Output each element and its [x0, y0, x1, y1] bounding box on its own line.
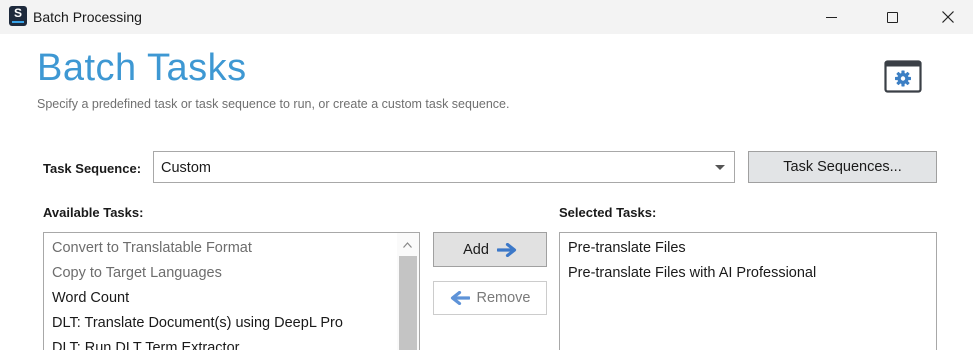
close-icon — [942, 11, 954, 23]
available-tasks-scrollbar[interactable] — [397, 233, 419, 350]
maximize-button[interactable] — [869, 0, 915, 34]
app-icon: S — [9, 6, 27, 26]
list-item[interactable]: Pre-translate Files — [568, 240, 686, 256]
list-item[interactable]: DLT: Run DLT Term Extractor — [52, 340, 239, 350]
settings-window-button[interactable] — [884, 60, 922, 93]
list-item[interactable]: Pre-translate Files with AI Professional — [568, 265, 816, 281]
window-title: Batch Processing — [33, 9, 142, 25]
minimize-button[interactable] — [808, 0, 854, 34]
minimize-icon — [825, 16, 837, 18]
maximize-icon — [886, 11, 898, 23]
app-icon-letter: S — [13, 6, 22, 20]
list-item[interactable]: DLT: Translate Document(s) using DeepL P… — [52, 315, 343, 331]
list-item[interactable]: Word Count — [52, 290, 129, 306]
list-item[interactable]: Copy to Target Languages — [52, 265, 222, 281]
window-gear-icon — [884, 60, 922, 93]
selected-tasks-label: Selected Tasks: — [559, 205, 657, 220]
scroll-up-icon[interactable] — [403, 242, 412, 248]
add-task-button[interactable]: Add — [433, 232, 547, 267]
selected-tasks-list[interactable]: Pre-translate Files Pre-translate Files … — [559, 232, 937, 350]
available-tasks-list[interactable]: Convert to Translatable Format Copy to T… — [43, 232, 420, 350]
page-title: Batch Tasks — [37, 47, 247, 89]
remove-task-button[interactable]: Remove — [433, 281, 547, 315]
chevron-down-icon — [715, 165, 725, 170]
add-button-label: Add — [463, 241, 489, 258]
task-sequences-button[interactable]: Task Sequences... — [748, 151, 937, 183]
arrow-left-icon — [450, 291, 470, 305]
title-bar: S Batch Processing — [0, 0, 973, 34]
list-item[interactable]: Convert to Translatable Format — [52, 240, 252, 256]
close-button[interactable] — [925, 0, 971, 34]
task-sequence-label: Task Sequence: — [43, 161, 142, 176]
remove-button-label: Remove — [476, 290, 531, 306]
page-subtitle: Specify a predefined task or task sequen… — [37, 97, 510, 111]
scrollbar-thumb[interactable] — [399, 256, 417, 350]
task-sequence-value: Custom — [161, 160, 211, 176]
available-tasks-label: Available Tasks: — [43, 205, 144, 220]
arrow-right-icon — [496, 242, 517, 257]
task-sequence-dropdown[interactable]: Custom — [153, 151, 735, 183]
